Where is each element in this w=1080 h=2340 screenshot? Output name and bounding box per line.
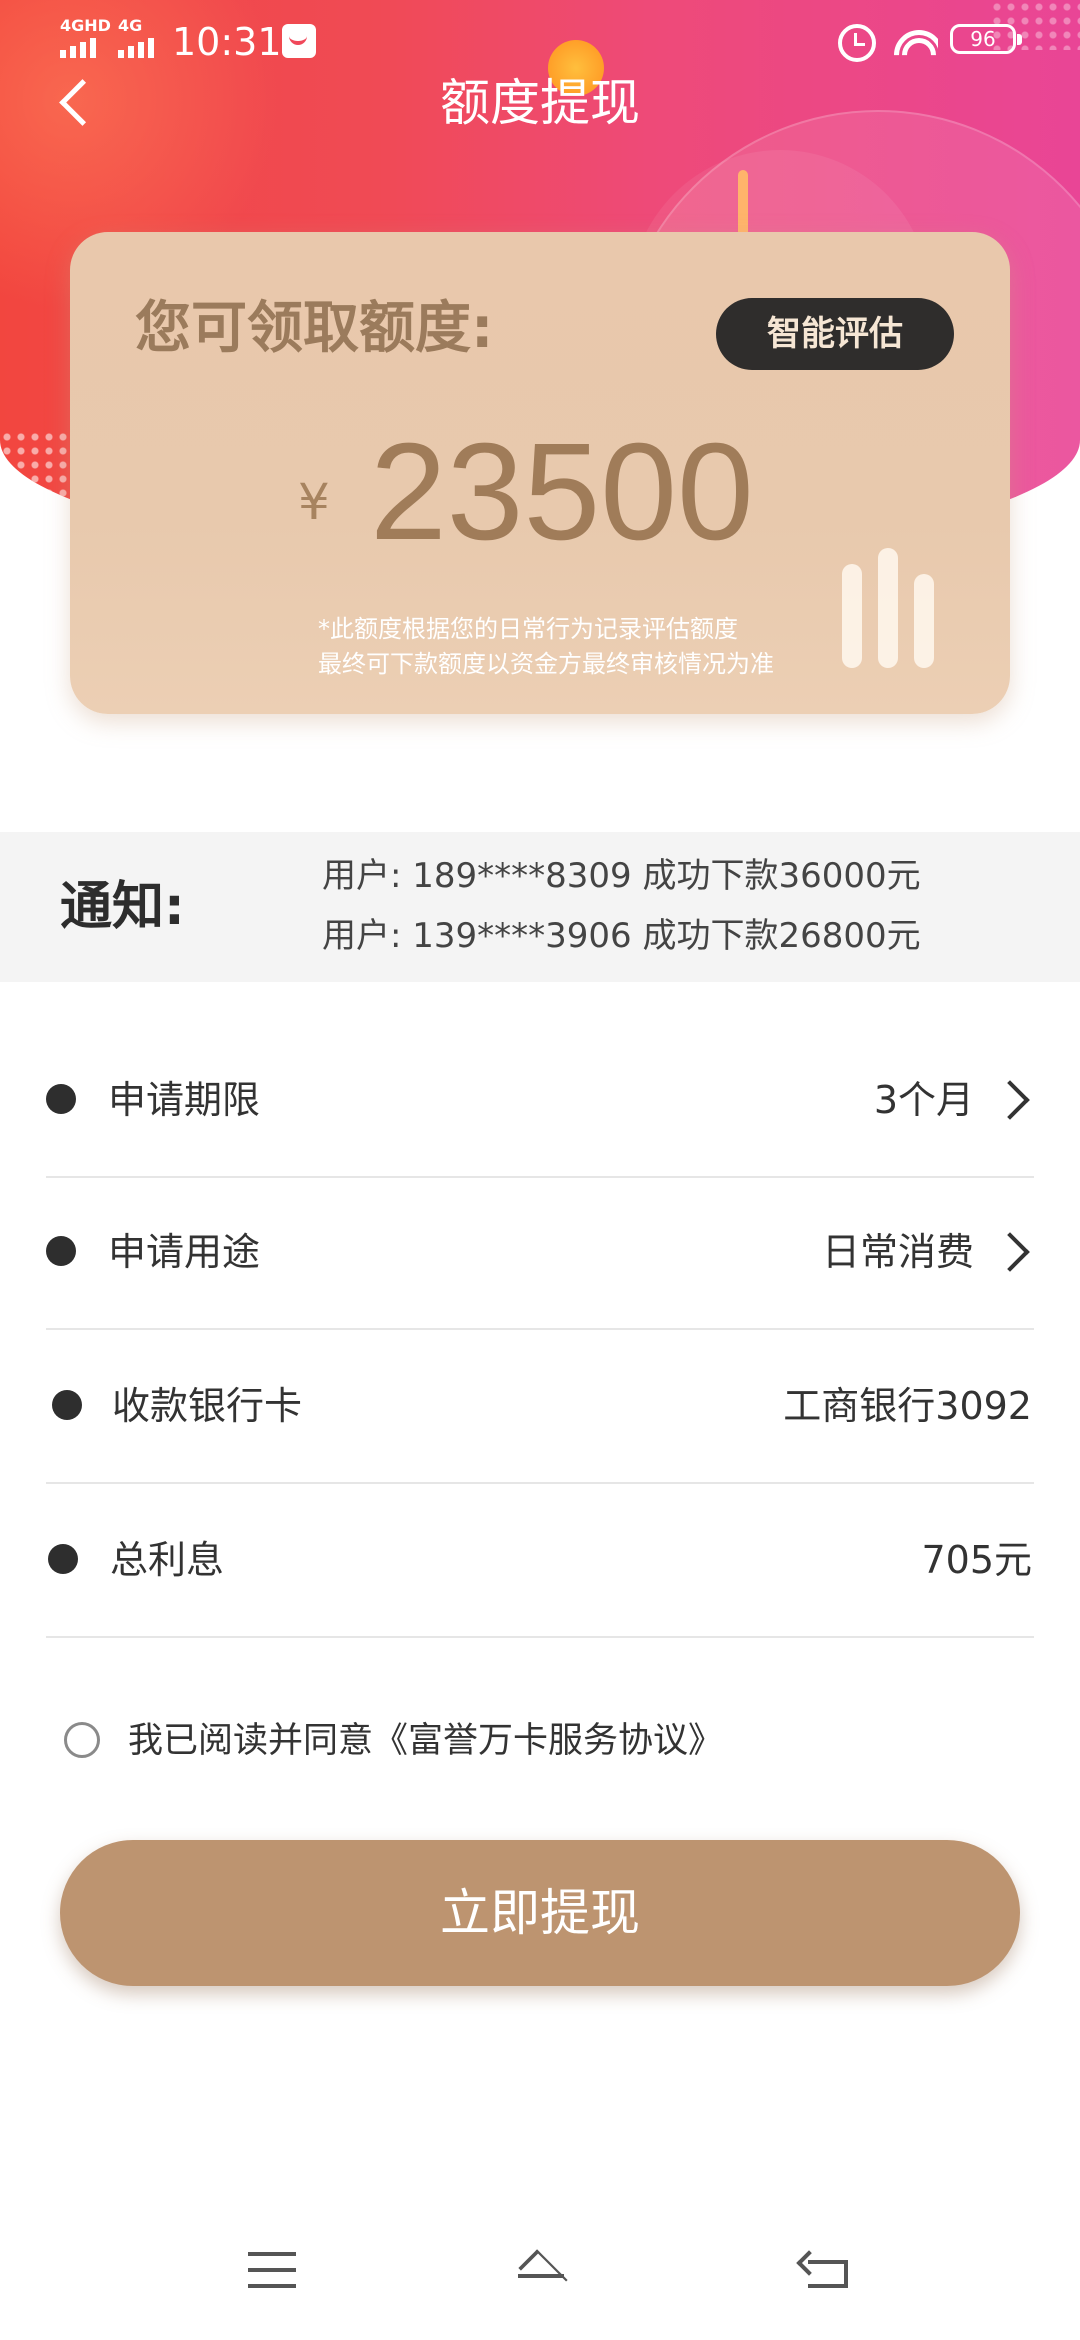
agreement-text[interactable]: 我已阅读并同意《富誉万卡服务协议》 <box>128 1714 723 1768</box>
status-bar: 4GHD 4G 10:31 96 <box>0 0 1080 80</box>
notice-item: 用户: 189****8309 成功下款36000元 <box>322 856 921 896</box>
bullet-icon <box>48 1544 78 1574</box>
row-label: 收款银行卡 <box>112 1384 303 1428</box>
signal-label-2: 4G <box>118 16 143 35</box>
form-row-interest: 总利息 705元 <box>46 1486 1034 1638</box>
system-nav-bar <box>0 2210 1080 2340</box>
quota-label: 您可领取额度: <box>135 296 494 361</box>
withdraw-button[interactable]: 立即提现 <box>60 1840 1020 1986</box>
quota-card: 您可领取额度: 智能评估 ¥ 23500 *此额度根据您的日常行为记录评估额度 … <box>70 232 1010 714</box>
alarm-icon <box>838 24 876 62</box>
menu-icon[interactable] <box>248 2252 296 2290</box>
bullet-icon <box>46 1084 76 1114</box>
home-icon[interactable] <box>506 2244 576 2294</box>
notice-bar: 通知: 用户: 189****8309 成功下款36000元 用户: 139**… <box>0 832 1080 982</box>
currency-symbol: ¥ <box>298 473 330 531</box>
page-title: 额度提现 <box>440 74 640 132</box>
status-time: 10:31 <box>172 20 282 64</box>
bullet-icon <box>52 1390 82 1420</box>
quota-note: *此额度根据您的日常行为记录评估额度 最终可下款额度以资金方最终审核情况为准 <box>318 612 774 682</box>
row-value: 日常消费 <box>821 1230 974 1274</box>
row-value: 705元 <box>921 1538 1032 1582</box>
signal-label-1: 4GHD <box>60 16 111 35</box>
quota-amount: 23500 <box>370 415 754 569</box>
row-label: 申请用途 <box>108 1230 261 1274</box>
notice-title: 通知: <box>60 877 185 937</box>
row-label: 申请期限 <box>108 1078 261 1122</box>
form-row-bank-card: 收款银行卡 工商银行3092 <box>46 1332 1034 1484</box>
row-value: 3个月 <box>873 1078 974 1122</box>
return-icon[interactable] <box>798 2250 850 2294</box>
notice-item: 用户: 139****3906 成功下款26800元 <box>322 916 921 956</box>
chevron-right-icon <box>990 1232 1030 1272</box>
message-icon <box>282 24 316 58</box>
notice-list: 用户: 189****8309 成功下款36000元 用户: 139****39… <box>322 846 921 966</box>
battery-icon: 96 <box>950 24 1022 54</box>
signal-bars-icon-2 <box>118 38 154 58</box>
hero-dot-pattern <box>0 430 70 510</box>
smart-evaluate-button[interactable]: 智能评估 <box>716 298 954 370</box>
card-decoration-icon <box>842 548 942 668</box>
agreement-radio[interactable] <box>64 1722 100 1758</box>
form-row-purpose[interactable]: 申请用途 日常消费 <box>46 1178 1034 1330</box>
wifi-icon <box>890 22 938 58</box>
chevron-right-icon <box>990 1080 1030 1120</box>
bullet-icon <box>46 1236 76 1266</box>
form-row-term[interactable]: 申请期限 3个月 <box>46 1026 1034 1178</box>
row-value: 工商银行3092 <box>783 1384 1032 1428</box>
signal-bars-icon <box>60 38 96 58</box>
quota-note-line2: 最终可下款额度以资金方最终审核情况为准 <box>318 650 774 678</box>
row-label: 总利息 <box>110 1538 225 1582</box>
quota-note-line1: *此额度根据您的日常行为记录评估额度 <box>318 615 738 643</box>
